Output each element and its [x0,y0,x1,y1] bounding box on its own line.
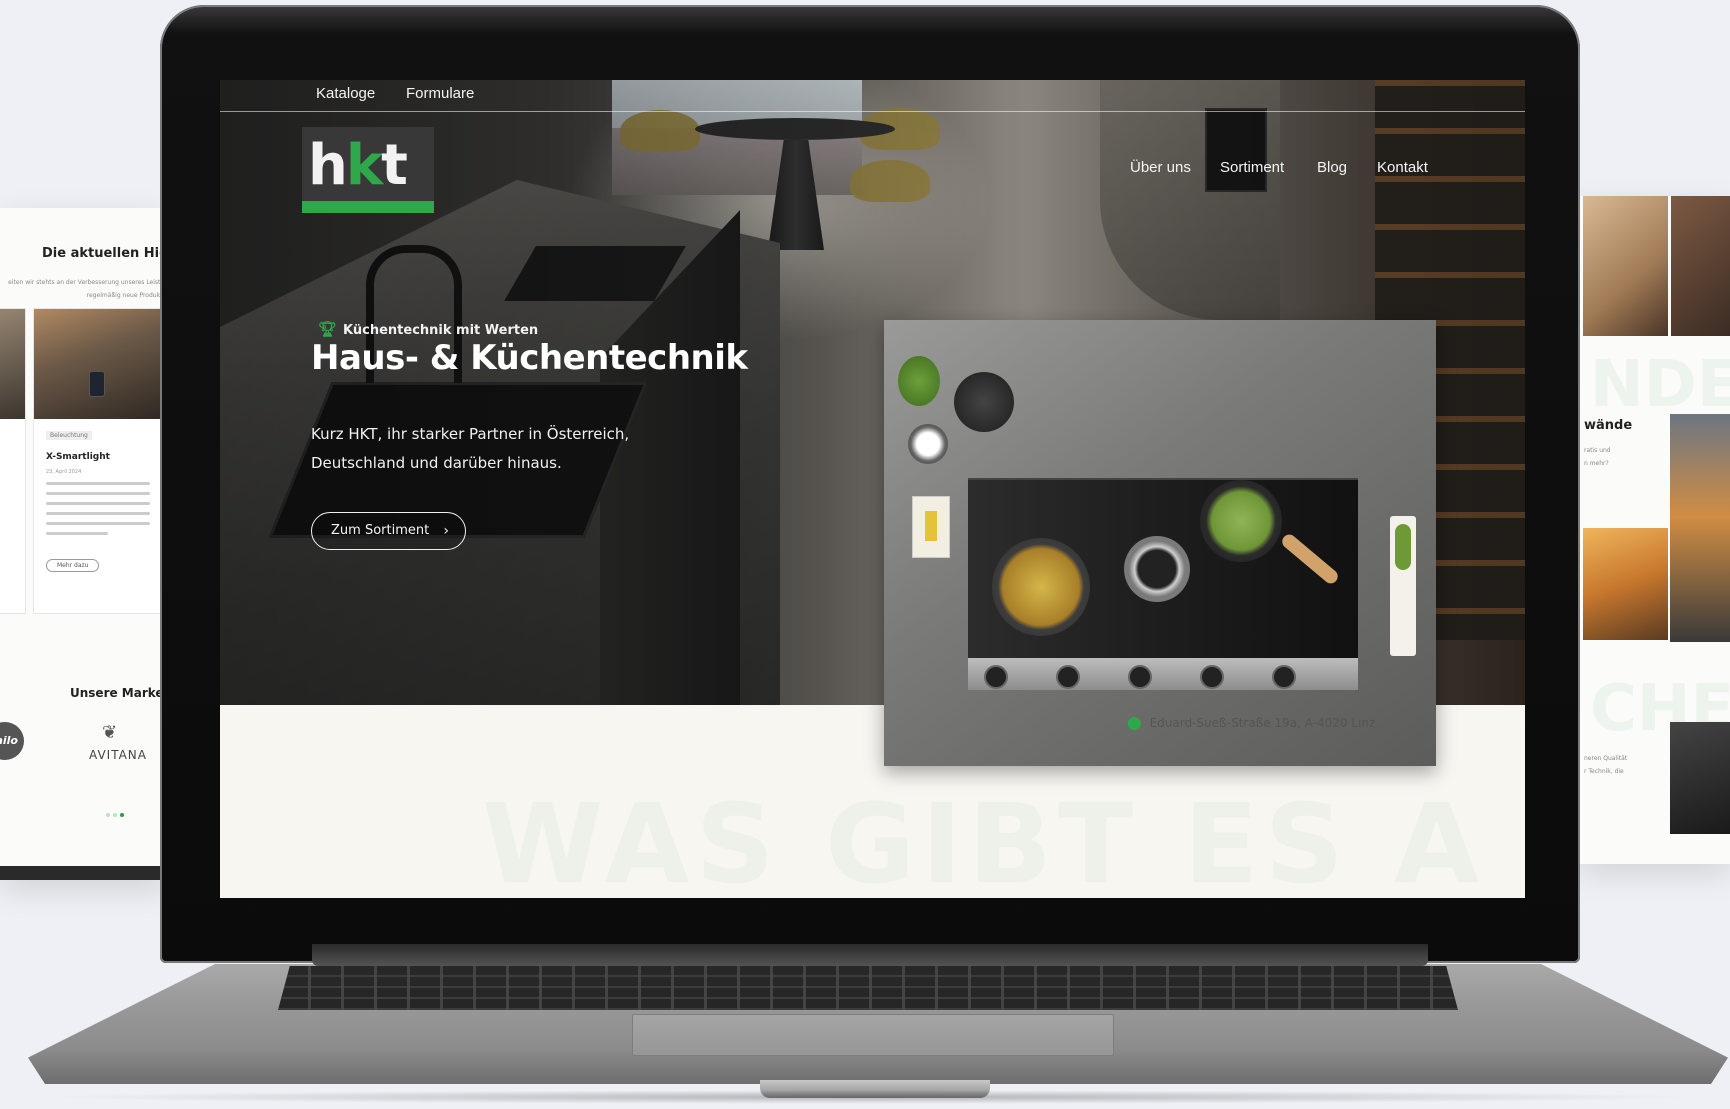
carousel-dots[interactable] [106,802,127,821]
backsplash-image [1583,528,1668,640]
hero-product-image [884,320,1436,766]
avitana-leaf-icon: ❦ [102,722,118,743]
nav-blog[interactable]: Blog [1317,159,1347,176]
section-heading: wände [1584,418,1633,433]
topbar-link-kataloge[interactable]: Kataloge [316,85,375,102]
hero-title: Haus- & Küchentechnik [311,338,748,378]
section-text: ratis und n mehr? [1584,447,1611,467]
laptop-hinge [312,944,1428,966]
right-preview-page: NDE wände ratis undn mehr? CHEN neren Qu… [1580,196,1730,864]
top-bar: Kataloge Formulare [220,80,1525,112]
address-line: ⬤ Eduard-Sueß-Straße 19a, A-4020 Linz [1127,716,1376,731]
left-preview-page: Die aktuellen Highl eiten wir stehts an … [0,208,168,880]
topbar-link-formulare[interactable]: Formulare [406,85,474,102]
highlights-title: Die aktuellen Highl [42,246,168,261]
card-title: X-Smartlight [46,452,110,462]
card-date: 23. April 2024 [46,469,82,475]
website-screen: Kataloge Formulare hkt Über uns Sortimen… [220,80,1525,898]
card-more-button[interactable]: Mehr dazu [46,559,100,572]
card-tag: Beleuchtung [46,431,92,440]
zum-sortiment-button[interactable]: Zum Sortiment › [311,512,466,550]
watermark-text: NDE [1590,348,1730,422]
brands-title: Unsere Marken [70,686,168,700]
section-watermark: WAS GIBT ES A [482,780,1486,898]
highlight-card-partial [0,308,26,614]
drawer-image [1671,196,1730,336]
hkt-logo[interactable]: hkt [302,127,434,213]
brand-logo-avitana[interactable]: AVITANA [89,748,147,762]
hero-text: Kurz HKT, ihr starker Partner in Österre… [311,425,630,472]
chevron-right-icon: › [443,523,449,539]
laptop-trackpad [632,1014,1114,1056]
nav-sortiment[interactable]: Sortiment [1220,159,1284,176]
kitchen-image [1670,414,1730,642]
highlight-card[interactable]: Beleuchtung X-Smartlight 23. April 2024 … [33,308,163,614]
footer-bar [0,866,168,880]
map-pin-icon: ⬤ [1127,716,1142,731]
trophy-icon: 🏆︎ [318,320,338,338]
brand-logo-ailo[interactable]: ailo [0,722,24,760]
nav-ueber-uns[interactable]: Über uns [1130,159,1191,176]
highlight-card-image [34,309,162,419]
highlights-subtitle: eiten wir stehts an der Verbesserung uns… [8,279,168,299]
section-text-2: neren Qualität r Technik, die [1584,755,1628,775]
nav-kontakt[interactable]: Kontakt [1377,159,1428,176]
hero-kicker: 🏆︎ Küchentechnik mit Werten [318,320,539,338]
appliance-image [1670,722,1730,834]
cleaning-image [1583,196,1668,336]
card-excerpt [46,482,150,542]
